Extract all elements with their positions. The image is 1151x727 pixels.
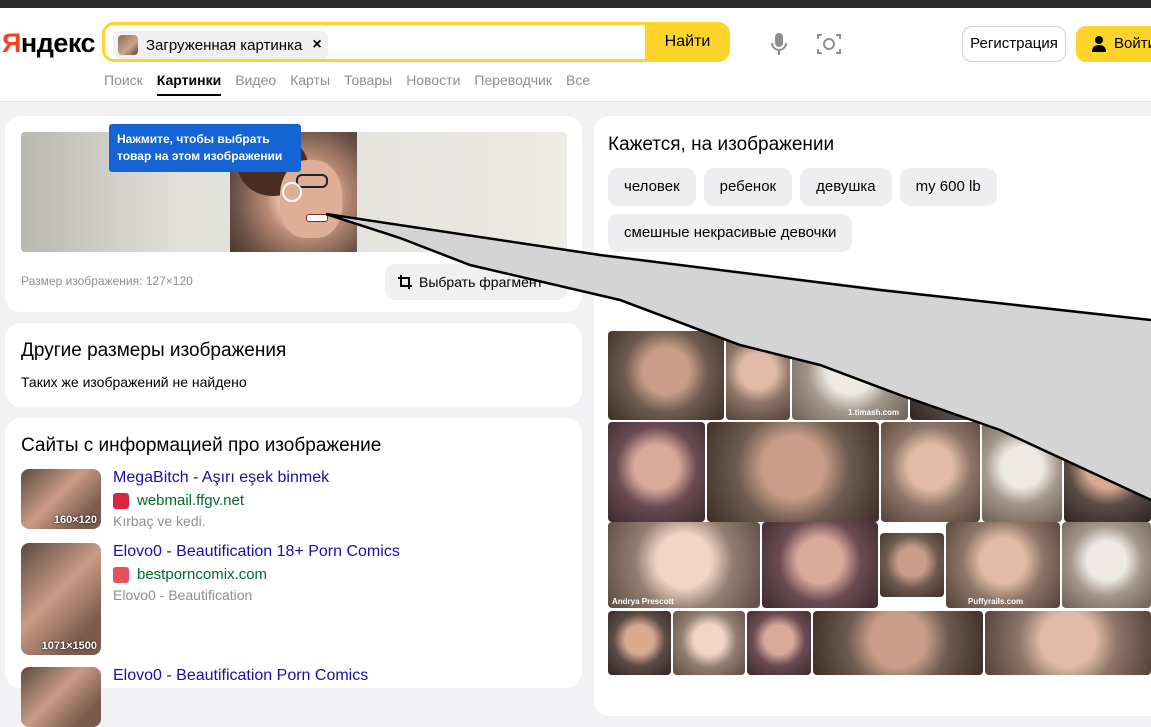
tag-chip[interactable]: ребенок: [703, 168, 793, 206]
site-favicon-icon: [113, 492, 129, 509]
site-result[interactable]: 160×120 MegaBitch - Aşırı eşek binmek we…: [21, 469, 571, 531]
site-result-domain-row[interactable]: bestporncomix.com: [113, 566, 267, 583]
similar-image[interactable]: [946, 522, 1060, 608]
login-label: Войти: [1114, 35, 1151, 52]
site-result-dims: 1071×1500: [41, 640, 97, 652]
tag-chip[interactable]: смешные некрасивые девочки: [608, 214, 853, 252]
user-icon: [1092, 36, 1106, 52]
tab-item[interactable]: Картинки: [156, 72, 222, 96]
header: Яндекс Загруженная картинка × Найти Реги…: [0, 8, 1151, 102]
sites-title: Сайты с информацией про изображение: [21, 435, 382, 456]
tag-chip[interactable]: девушка: [800, 168, 892, 206]
browser-top-strip: [0, 0, 1151, 8]
uploaded-image-thumbnail: [118, 35, 138, 55]
site-result-thumbnail[interactable]: 1071×1500: [21, 543, 101, 655]
image-watermark: Puffyrails.com: [968, 597, 1024, 606]
crop-icon: [398, 275, 412, 289]
site-result-domain-row[interactable]: webmail.ffgv.net: [113, 492, 244, 509]
tab-item[interactable]: Карты: [290, 72, 330, 96]
yandex-logo[interactable]: Яндекс: [2, 28, 96, 59]
similar-image[interactable]: [608, 422, 705, 522]
clear-icon[interactable]: ×: [312, 36, 321, 54]
select-fragment-label: Выбрать фрагмент: [419, 274, 544, 290]
product-target-circle[interactable]: [282, 182, 302, 202]
site-result-domain: bestporncomix.com: [137, 566, 268, 583]
product-tooltip[interactable]: Нажмите, чтобы выбрать товар на этом изо…: [109, 124, 301, 172]
search-bar[interactable]: Загруженная картинка × Найти: [102, 22, 730, 62]
tab-item[interactable]: Переводчик: [474, 72, 552, 96]
seems-title: Кажется, на изображении: [608, 134, 835, 155]
similar-image[interactable]: [608, 611, 671, 675]
similar-image[interactable]: [707, 422, 879, 522]
tab-item[interactable]: Товары: [344, 72, 392, 96]
logo-rest: ндекс: [20, 28, 96, 58]
tab-item[interactable]: Поиск: [104, 72, 143, 96]
uploaded-image-chip[interactable]: Загруженная картинка ×: [113, 31, 328, 59]
uploaded-image-chip-label: Загруженная картинка: [146, 36, 303, 54]
camera-search-icon[interactable]: [816, 32, 842, 56]
similar-image[interactable]: [813, 611, 983, 675]
photo-mouth: [306, 214, 328, 222]
photo-glasses: [296, 174, 328, 188]
site-result-dims: 160×120: [53, 514, 97, 526]
tab-item[interactable]: Новости: [406, 72, 460, 96]
select-fragment-button[interactable]: Выбрать фрагмент: [385, 264, 567, 300]
microphone-icon[interactable]: [769, 31, 789, 57]
similar-image[interactable]: [726, 331, 790, 420]
image-size-label: Размер изображения: 127×120: [21, 274, 193, 288]
similar-images-grid: Andrya Prescott Puffyrails.com 1.timash.co…: [608, 331, 1151, 675]
similar-image[interactable]: [1064, 422, 1151, 522]
similar-image[interactable]: [881, 422, 980, 522]
sites-card: Сайты с информацией про изображение 160×…: [5, 418, 582, 727]
similar-image[interactable]: [792, 331, 908, 420]
similar-image[interactable]: [608, 522, 760, 608]
site-favicon-icon: [113, 566, 129, 583]
similar-image[interactable]: [985, 611, 1151, 675]
site-result-description: Elovo0 - Beautification: [113, 587, 253, 603]
image-watermark: Andrya Prescott: [612, 597, 674, 606]
similar-image[interactable]: [982, 422, 1062, 522]
site-result-title[interactable]: Elovo0 - Beautification Porn Comics: [113, 667, 368, 685]
other-sizes-message: Таких же изображений не найдено: [21, 374, 247, 390]
tag-chip[interactable]: человек: [608, 168, 696, 206]
similar-image[interactable]: [1062, 522, 1151, 608]
site-result-title[interactable]: MegaBitch - Aşırı eşek binmek: [113, 469, 329, 487]
tab-item[interactable]: Все: [566, 72, 590, 96]
site-result-title[interactable]: Elovo0 - Beautification 18+ Porn Comics: [113, 543, 400, 561]
similar-image[interactable]: [880, 533, 944, 597]
site-result-description: Kırbaç ve kedi.: [113, 513, 206, 529]
login-button[interactable]: Войти: [1076, 26, 1151, 62]
similar-image[interactable]: [1042, 331, 1151, 420]
tag-list: человек ребенок девушка my 600 lb смешные не…: [608, 168, 1148, 252]
tab-item[interactable]: Видео: [235, 72, 276, 96]
similar-image[interactable]: [762, 522, 878, 608]
tag-chip[interactable]: my 600 lb: [899, 168, 997, 206]
site-result[interactable]: Elovo0 - Beautification Porn Comics: [21, 667, 571, 727]
find-button[interactable]: Найти: [645, 25, 727, 59]
site-result-thumbnail[interactable]: 160×120: [21, 469, 101, 529]
other-sizes-title: Другие размеры изображения: [21, 340, 287, 361]
site-result-thumbnail[interactable]: [21, 667, 101, 727]
logo-first-letter: Я: [2, 28, 21, 58]
other-sizes-card: Другие размеры изображения Таких же изоб…: [5, 323, 582, 407]
service-tabs: Поиск Картинки Видео Карты Товары Новости Пере…: [104, 72, 590, 96]
image-watermark: 1.timash.com: [848, 408, 900, 417]
site-result-domain: webmail.ffgv.net: [137, 492, 244, 509]
similar-image[interactable]: [608, 331, 724, 420]
similar-image[interactable]: [910, 331, 1040, 420]
similar-image[interactable]: [673, 611, 745, 675]
register-button[interactable]: Регистрация: [962, 26, 1066, 62]
similar-image[interactable]: [747, 611, 811, 675]
site-result[interactable]: 1071×1500 Elovo0 - Beautification 18+ Po…: [21, 543, 571, 655]
